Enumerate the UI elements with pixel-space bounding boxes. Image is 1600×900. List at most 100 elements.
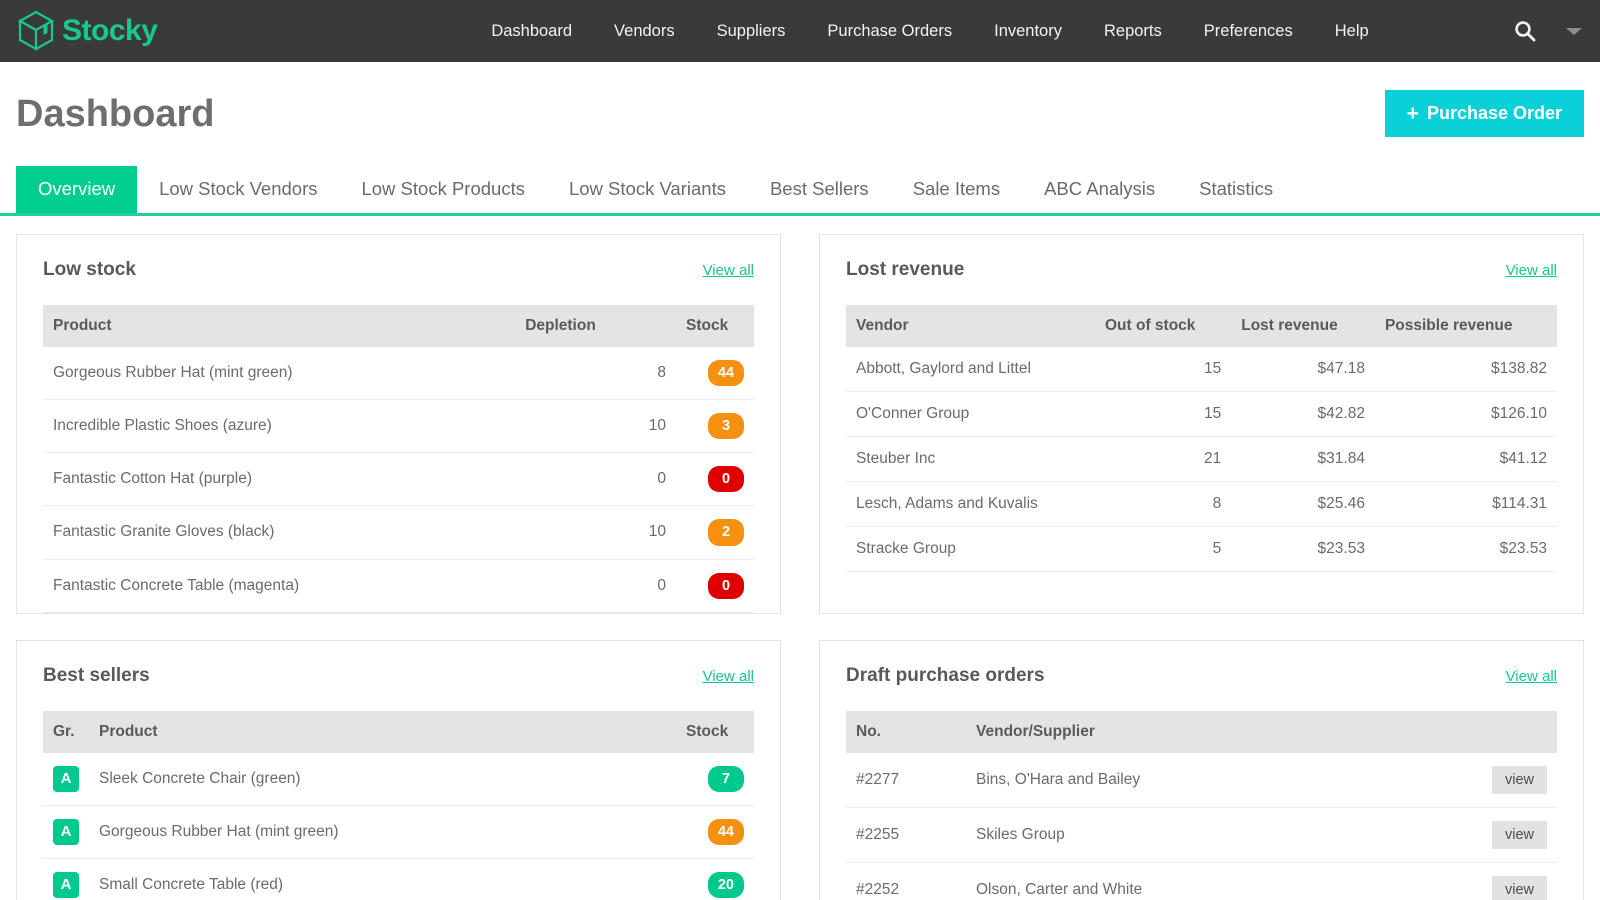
nav-item-reports[interactable]: Reports bbox=[1083, 0, 1183, 62]
cell-product: Gorgeous Rubber Hat (mint green) bbox=[43, 347, 515, 400]
cell-vendor: Abbott, Gaylord and Littel bbox=[846, 347, 1095, 392]
nav-item-preferences[interactable]: Preferences bbox=[1183, 0, 1314, 62]
page-header: Dashboard + Purchase Order bbox=[0, 62, 1600, 152]
cell-out-of-stock: 15 bbox=[1095, 347, 1231, 392]
table-row[interactable]: O'Conner Group 15 $42.82 $126.10 bbox=[846, 392, 1557, 437]
column-header-out-of-stock: Out of stock bbox=[1095, 305, 1231, 347]
table-header-row: No. Vendor/Supplier bbox=[846, 711, 1557, 753]
cell-actions: view bbox=[1471, 807, 1557, 862]
nav-item-vendors[interactable]: Vendors bbox=[593, 0, 696, 62]
nav-item-help[interactable]: Help bbox=[1314, 0, 1390, 62]
card-low-stock: Low stock View all Product Depletion Sto… bbox=[16, 234, 781, 614]
tab-low-stock-products[interactable]: Low Stock Products bbox=[339, 166, 547, 213]
lost-revenue-table: Vendor Out of stock Lost revenue Possibl… bbox=[846, 305, 1557, 572]
cell-out-of-stock: 15 bbox=[1095, 392, 1231, 437]
nav-item-dashboard[interactable]: Dashboard bbox=[470, 0, 593, 62]
table-row[interactable]: A Small Concrete Table (red) 20 bbox=[43, 858, 754, 900]
cell-stock: 44 bbox=[676, 347, 754, 400]
grade-badge: A bbox=[53, 819, 79, 845]
tab-sale-items[interactable]: Sale Items bbox=[891, 166, 1022, 213]
card-best-sellers: Best sellers View all Gr. Product Stock … bbox=[16, 640, 781, 900]
card-best-sellers-view-all[interactable]: View all bbox=[703, 668, 754, 685]
cell-product: Incredible Plastic Shoes (azure) bbox=[43, 400, 515, 453]
low-stock-table: Product Depletion Stock Gorgeous Rubber … bbox=[43, 305, 754, 613]
cell-product: Sleek Concrete Chair (green) bbox=[89, 753, 676, 806]
cell-grade: A bbox=[43, 753, 89, 806]
column-header-stock: Stock bbox=[676, 305, 754, 347]
card-best-sellers-header: Best sellers View all bbox=[43, 665, 754, 687]
table-header-row: Product Depletion Stock bbox=[43, 305, 754, 347]
nav-item-suppliers[interactable]: Suppliers bbox=[696, 0, 807, 62]
table-row[interactable]: #2277 Bins, O'Hara and Bailey view bbox=[846, 753, 1557, 808]
card-best-sellers-title: Best sellers bbox=[43, 665, 150, 687]
tab-low-stock-variants[interactable]: Low Stock Variants bbox=[547, 166, 748, 213]
table-row[interactable]: Lesch, Adams and Kuvalis 8 $25.46 $114.3… bbox=[846, 482, 1557, 527]
cell-stock: 7 bbox=[676, 753, 754, 806]
search-icon[interactable] bbox=[1514, 20, 1536, 42]
stock-badge: 20 bbox=[708, 872, 744, 898]
table-row[interactable]: Gorgeous Rubber Hat (mint green) 8 44 bbox=[43, 347, 754, 400]
view-order-button[interactable]: view bbox=[1492, 821, 1547, 849]
cell-product: Fantastic Concrete Table (magenta) bbox=[43, 559, 515, 612]
cell-possible-revenue: $114.31 bbox=[1375, 482, 1557, 527]
tab-overview[interactable]: Overview bbox=[16, 166, 137, 213]
tab-statistics[interactable]: Statistics bbox=[1177, 166, 1295, 213]
table-row[interactable]: Stracke Group 5 $23.53 $23.53 bbox=[846, 527, 1557, 572]
cell-vendor-supplier: Bins, O'Hara and Bailey bbox=[966, 753, 1471, 808]
cell-depletion: 8 bbox=[515, 347, 676, 400]
cell-lost-revenue: $47.18 bbox=[1231, 347, 1375, 392]
column-header-stock: Stock bbox=[676, 711, 754, 753]
cell-depletion: 0 bbox=[515, 453, 676, 506]
add-purchase-order-button[interactable]: + Purchase Order bbox=[1385, 90, 1584, 137]
cell-order-number: #2277 bbox=[846, 753, 966, 808]
tab-low-stock-vendors[interactable]: Low Stock Vendors bbox=[137, 166, 339, 213]
column-header-product: Product bbox=[89, 711, 676, 753]
chevron-down-icon[interactable] bbox=[1566, 28, 1582, 35]
card-draft-purchase-orders-view-all[interactable]: View all bbox=[1506, 668, 1557, 685]
cell-stock: 20 bbox=[676, 858, 754, 900]
card-lost-revenue-view-all[interactable]: View all bbox=[1506, 262, 1557, 279]
table-row[interactable]: A Sleek Concrete Chair (green) 7 bbox=[43, 753, 754, 806]
column-header-number: No. bbox=[846, 711, 966, 753]
cell-product: Fantastic Cotton Hat (purple) bbox=[43, 453, 515, 506]
stock-badge: 0 bbox=[708, 466, 744, 492]
table-row[interactable]: #2252 Olson, Carter and White view bbox=[846, 862, 1557, 900]
table-header-row: Vendor Out of stock Lost revenue Possibl… bbox=[846, 305, 1557, 347]
table-row[interactable]: Fantastic Granite Gloves (black) 10 2 bbox=[43, 506, 754, 559]
cell-product: Gorgeous Rubber Hat (mint green) bbox=[89, 805, 676, 858]
view-order-button[interactable]: view bbox=[1492, 766, 1547, 794]
card-low-stock-view-all[interactable]: View all bbox=[703, 262, 754, 279]
column-header-vendor-supplier: Vendor/Supplier bbox=[966, 711, 1471, 753]
cell-stock: 0 bbox=[676, 453, 754, 506]
nav-item-inventory[interactable]: Inventory bbox=[973, 0, 1083, 62]
table-row[interactable]: Fantastic Concrete Table (magenta) 0 0 bbox=[43, 559, 754, 612]
column-header-possible-revenue: Possible revenue bbox=[1375, 305, 1557, 347]
cell-possible-revenue: $23.53 bbox=[1375, 527, 1557, 572]
cell-depletion: 0 bbox=[515, 559, 676, 612]
stock-badge: 7 bbox=[708, 766, 744, 792]
column-header-depletion: Depletion bbox=[515, 305, 676, 347]
table-row[interactable]: #2255 Skiles Group view bbox=[846, 807, 1557, 862]
table-row[interactable]: Incredible Plastic Shoes (azure) 10 3 bbox=[43, 400, 754, 453]
table-row[interactable]: Steuber Inc 21 $31.84 $41.12 bbox=[846, 437, 1557, 482]
cell-out-of-stock: 8 bbox=[1095, 482, 1231, 527]
tab-best-sellers[interactable]: Best Sellers bbox=[748, 166, 891, 213]
table-row[interactable]: A Gorgeous Rubber Hat (mint green) 44 bbox=[43, 805, 754, 858]
nav-item-purchase-orders[interactable]: Purchase Orders bbox=[806, 0, 973, 62]
cell-possible-revenue: $41.12 bbox=[1375, 437, 1557, 482]
table-row[interactable]: Abbott, Gaylord and Littel 15 $47.18 $13… bbox=[846, 347, 1557, 392]
cell-out-of-stock: 21 bbox=[1095, 437, 1231, 482]
cell-product: Small Concrete Table (red) bbox=[89, 858, 676, 900]
top-navigation-bar: Stocky Dashboard Vendors Suppliers Purch… bbox=[0, 0, 1600, 62]
brand-logo-link[interactable]: Stocky bbox=[16, 10, 376, 52]
cell-depletion: 10 bbox=[515, 400, 676, 453]
cell-vendor-supplier: Olson, Carter and White bbox=[966, 862, 1471, 900]
cell-vendor: O'Conner Group bbox=[846, 392, 1095, 437]
cell-possible-revenue: $126.10 bbox=[1375, 392, 1557, 437]
draft-purchase-orders-table: No. Vendor/Supplier #2277 Bins, O'Hara a… bbox=[846, 711, 1557, 900]
view-order-button[interactable]: view bbox=[1492, 876, 1547, 900]
tab-abc-analysis[interactable]: ABC Analysis bbox=[1022, 166, 1177, 213]
table-row[interactable]: Fantastic Cotton Hat (purple) 0 0 bbox=[43, 453, 754, 506]
column-header-lost-revenue: Lost revenue bbox=[1231, 305, 1375, 347]
cell-product: Fantastic Granite Gloves (black) bbox=[43, 506, 515, 559]
